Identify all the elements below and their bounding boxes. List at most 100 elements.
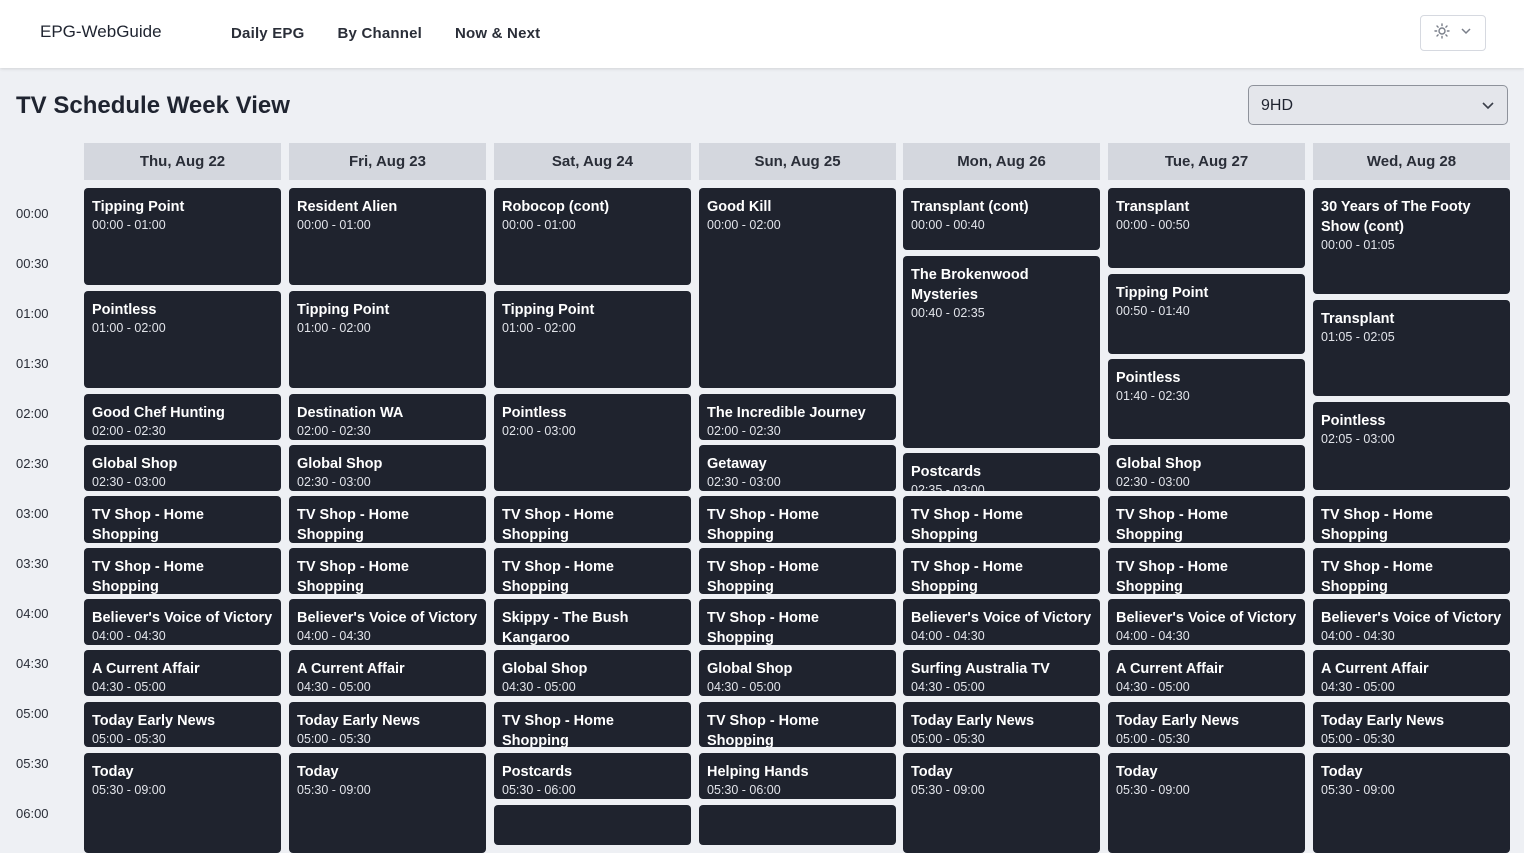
program-card[interactable]: Today Early News 05:00 - 05:30 (84, 702, 281, 747)
program-card[interactable]: Tipping Point 00:00 - 01:00 (84, 188, 281, 285)
program-card[interactable]: Today Early News 05:00 - 05:30 (1313, 702, 1510, 747)
program-card[interactable]: TV Shop - Home Shopping05:00 - 05:30 (699, 702, 896, 747)
program-card[interactable]: Today 05:30 - 09:00 (1313, 753, 1510, 853)
program-time: 04:30 - 05:00 (502, 680, 576, 694)
program-card[interactable]: Believer's Voice of Victory 04:00 - 04:30 (289, 599, 486, 645)
program-card[interactable] (699, 805, 896, 845)
program-card[interactable]: Today 05:30 - 09:00 (84, 753, 281, 853)
program-card[interactable]: Today Early News 05:00 - 05:30 (903, 702, 1100, 747)
theme-toggle-button[interactable] (1420, 15, 1486, 51)
program-time: 05:30 - 09:00 (297, 783, 371, 797)
program-card[interactable]: Postcards 05:30 - 06:00 (494, 753, 691, 799)
program-title: Transplant (1321, 311, 1395, 327)
program-title: Good Kill (707, 199, 772, 215)
program-card[interactable]: TV Shop - Home Shopping03:00 - 03:30 (699, 496, 896, 543)
program-card[interactable]: TV Shop - Home Shopping03:30 - 04:00 (1313, 548, 1510, 594)
program-card[interactable]: TV Shop - Home Shopping03:30 - 04:00 (289, 548, 486, 594)
program-card[interactable]: Destination WA 02:00 - 02:30 (289, 394, 486, 440)
program-card[interactable]: TV Shop - Home Shopping03:00 - 03:30 (494, 496, 691, 543)
program-card[interactable]: The Incredible Journey 02:00 - 02:30 (699, 394, 896, 440)
program-card[interactable]: Today 05:30 - 09:00 (289, 753, 486, 853)
program-title: A Current Affair (1116, 661, 1224, 677)
program-card[interactable]: Today Early News 05:00 - 05:30 (1108, 702, 1305, 747)
program-card[interactable]: Robocop (cont) 00:00 - 01:00 (494, 188, 691, 285)
program-card[interactable]: Tipping Point 01:00 - 02:00 (289, 291, 486, 388)
program-card[interactable]: Helping Hands 05:30 - 06:00 (699, 753, 896, 799)
program-title: Postcards (911, 464, 982, 480)
program-card[interactable]: A Current Affair 04:30 - 05:00 (1313, 650, 1510, 696)
program-card[interactable]: Tipping Point 01:00 - 02:00 (494, 291, 691, 388)
program-card[interactable]: A Current Affair 04:30 - 05:00 (84, 650, 281, 696)
program-card[interactable]: TV Shop - Home Shopping03:30 - 04:00 (699, 548, 896, 594)
program-card[interactable]: Good Kill 00:00 - 02:00 (699, 188, 896, 388)
program-title: TV Shop - Home Shopping (707, 610, 819, 645)
program-card[interactable]: Today 05:30 - 09:00 (1108, 753, 1305, 853)
program-card[interactable]: Global Shop 02:30 - 03:00 (84, 445, 281, 491)
program-card[interactable]: Pointless 01:00 - 02:00 (84, 291, 281, 388)
program-title: TV Shop - Home Shopping (502, 507, 614, 543)
day-header: Sat, Aug 24 (494, 143, 691, 180)
program-card[interactable]: Global Shop 02:30 - 03:00 (289, 445, 486, 491)
program-card[interactable]: Resident Alien 00:00 - 01:00 (289, 188, 486, 285)
program-title: TV Shop - Home Shopping (297, 507, 409, 543)
program-card[interactable]: Getaway 02:30 - 03:00 (699, 445, 896, 491)
day-header: Wed, Aug 28 (1313, 143, 1510, 180)
program-time: 05:30 - 09:00 (92, 783, 166, 797)
program-title: Global Shop (297, 456, 383, 472)
program-card[interactable]: Skippy - The Bush Kangaroo04:00 - 04:30 (494, 599, 691, 645)
program-card[interactable]: The Brokenwood Mysteries 00:40 - 02:35 (903, 256, 1100, 448)
program-card[interactable]: TV Shop - Home Shopping05:00 - 05:30 (494, 702, 691, 747)
program-card[interactable]: Today 05:30 - 09:00 (903, 753, 1100, 853)
program-card[interactable]: Believer's Voice of Victory 04:00 - 04:30 (1108, 599, 1305, 645)
program-title: Believer's Voice of Victory (92, 610, 273, 626)
program-card[interactable]: Believer's Voice of Victory 04:00 - 04:30 (1313, 599, 1510, 645)
channel-select[interactable]: 9HD (1248, 85, 1508, 125)
brand-logo[interactable]: EPG-WebGuide (40, 22, 162, 42)
nav-daily-epg[interactable]: Daily EPG (231, 25, 305, 42)
program-title: Pointless (1321, 413, 1386, 429)
program-card[interactable]: Pointless 01:40 - 02:30 (1108, 359, 1305, 439)
program-card[interactable]: Global Shop 04:30 - 05:00 (699, 650, 896, 696)
program-title: Today Early News (911, 713, 1035, 729)
program-card[interactable]: Transplant (cont) 00:00 - 00:40 (903, 188, 1100, 250)
program-card[interactable]: A Current Affair 04:30 - 05:00 (289, 650, 486, 696)
program-card[interactable]: A Current Affair 04:30 - 05:00 (1108, 650, 1305, 696)
program-card[interactable]: TV Shop - Home Shopping03:00 - 03:30 (903, 496, 1100, 543)
program-title: Global Shop (707, 661, 793, 677)
program-time: 02:00 - 02:30 (297, 424, 371, 438)
program-title: TV Shop - Home Shopping (707, 559, 819, 594)
program-card[interactable]: TV Shop - Home Shopping03:00 - 03:30 (1108, 496, 1305, 543)
program-card[interactable] (494, 805, 691, 845)
program-card[interactable]: TV Shop - Home Shopping03:30 - 04:00 (1108, 548, 1305, 594)
program-card[interactable]: TV Shop - Home Shopping03:30 - 04:00 (84, 548, 281, 594)
program-card[interactable]: Believer's Voice of Victory 04:00 - 04:30 (903, 599, 1100, 645)
program-card[interactable]: Global Shop 02:30 - 03:00 (1108, 445, 1305, 491)
program-card[interactable]: Transplant 01:05 - 02:05 (1313, 300, 1510, 396)
program-card[interactable]: Transplant 00:00 - 00:50 (1108, 188, 1305, 268)
program-card[interactable]: Good Chef Hunting 02:00 - 02:30 (84, 394, 281, 440)
program-time: 04:30 - 05:00 (1116, 680, 1190, 694)
program-card[interactable]: TV Shop - Home Shopping03:00 - 03:30 (1313, 496, 1510, 543)
nav-by-channel[interactable]: By Channel (338, 25, 423, 42)
program-card[interactable]: Pointless 02:05 - 03:00 (1313, 402, 1510, 490)
program-card[interactable]: Tipping Point 00:50 - 01:40 (1108, 274, 1305, 354)
program-card[interactable]: TV Shop - Home Shopping04:00 - 04:30 (699, 599, 896, 645)
program-card[interactable]: Pointless 02:00 - 03:00 (494, 394, 691, 491)
program-card[interactable]: Surfing Australia TV 04:30 - 05:00 (903, 650, 1100, 696)
program-time: 02:00 - 02:30 (707, 424, 781, 438)
program-time: 01:00 - 02:00 (502, 321, 576, 335)
program-time: 02:05 - 03:00 (1321, 432, 1395, 446)
program-title: Getaway (707, 456, 767, 472)
program-card[interactable]: 30 Years of The Footy Show (cont) 00:00 -… (1313, 188, 1510, 294)
program-card[interactable]: Believer's Voice of Victory 04:00 - 04:30 (84, 599, 281, 645)
program-card[interactable]: TV Shop - Home Shopping03:00 - 03:30 (289, 496, 486, 543)
program-card[interactable]: TV Shop - Home Shopping03:30 - 04:00 (494, 548, 691, 594)
program-card[interactable]: TV Shop - Home Shopping03:00 - 03:30 (84, 496, 281, 543)
program-title: Today Early News (297, 713, 421, 729)
program-card[interactable]: Today Early News 05:00 - 05:30 (289, 702, 486, 747)
program-card[interactable]: TV Shop - Home Shopping03:30 - 04:00 (903, 548, 1100, 594)
nav-now-next[interactable]: Now & Next (455, 25, 540, 42)
program-card[interactable]: Postcards 02:35 - 03:00 (903, 453, 1100, 491)
program-title: The Brokenwood Mysteries (911, 267, 1029, 303)
program-card[interactable]: Global Shop 04:30 - 05:00 (494, 650, 691, 696)
